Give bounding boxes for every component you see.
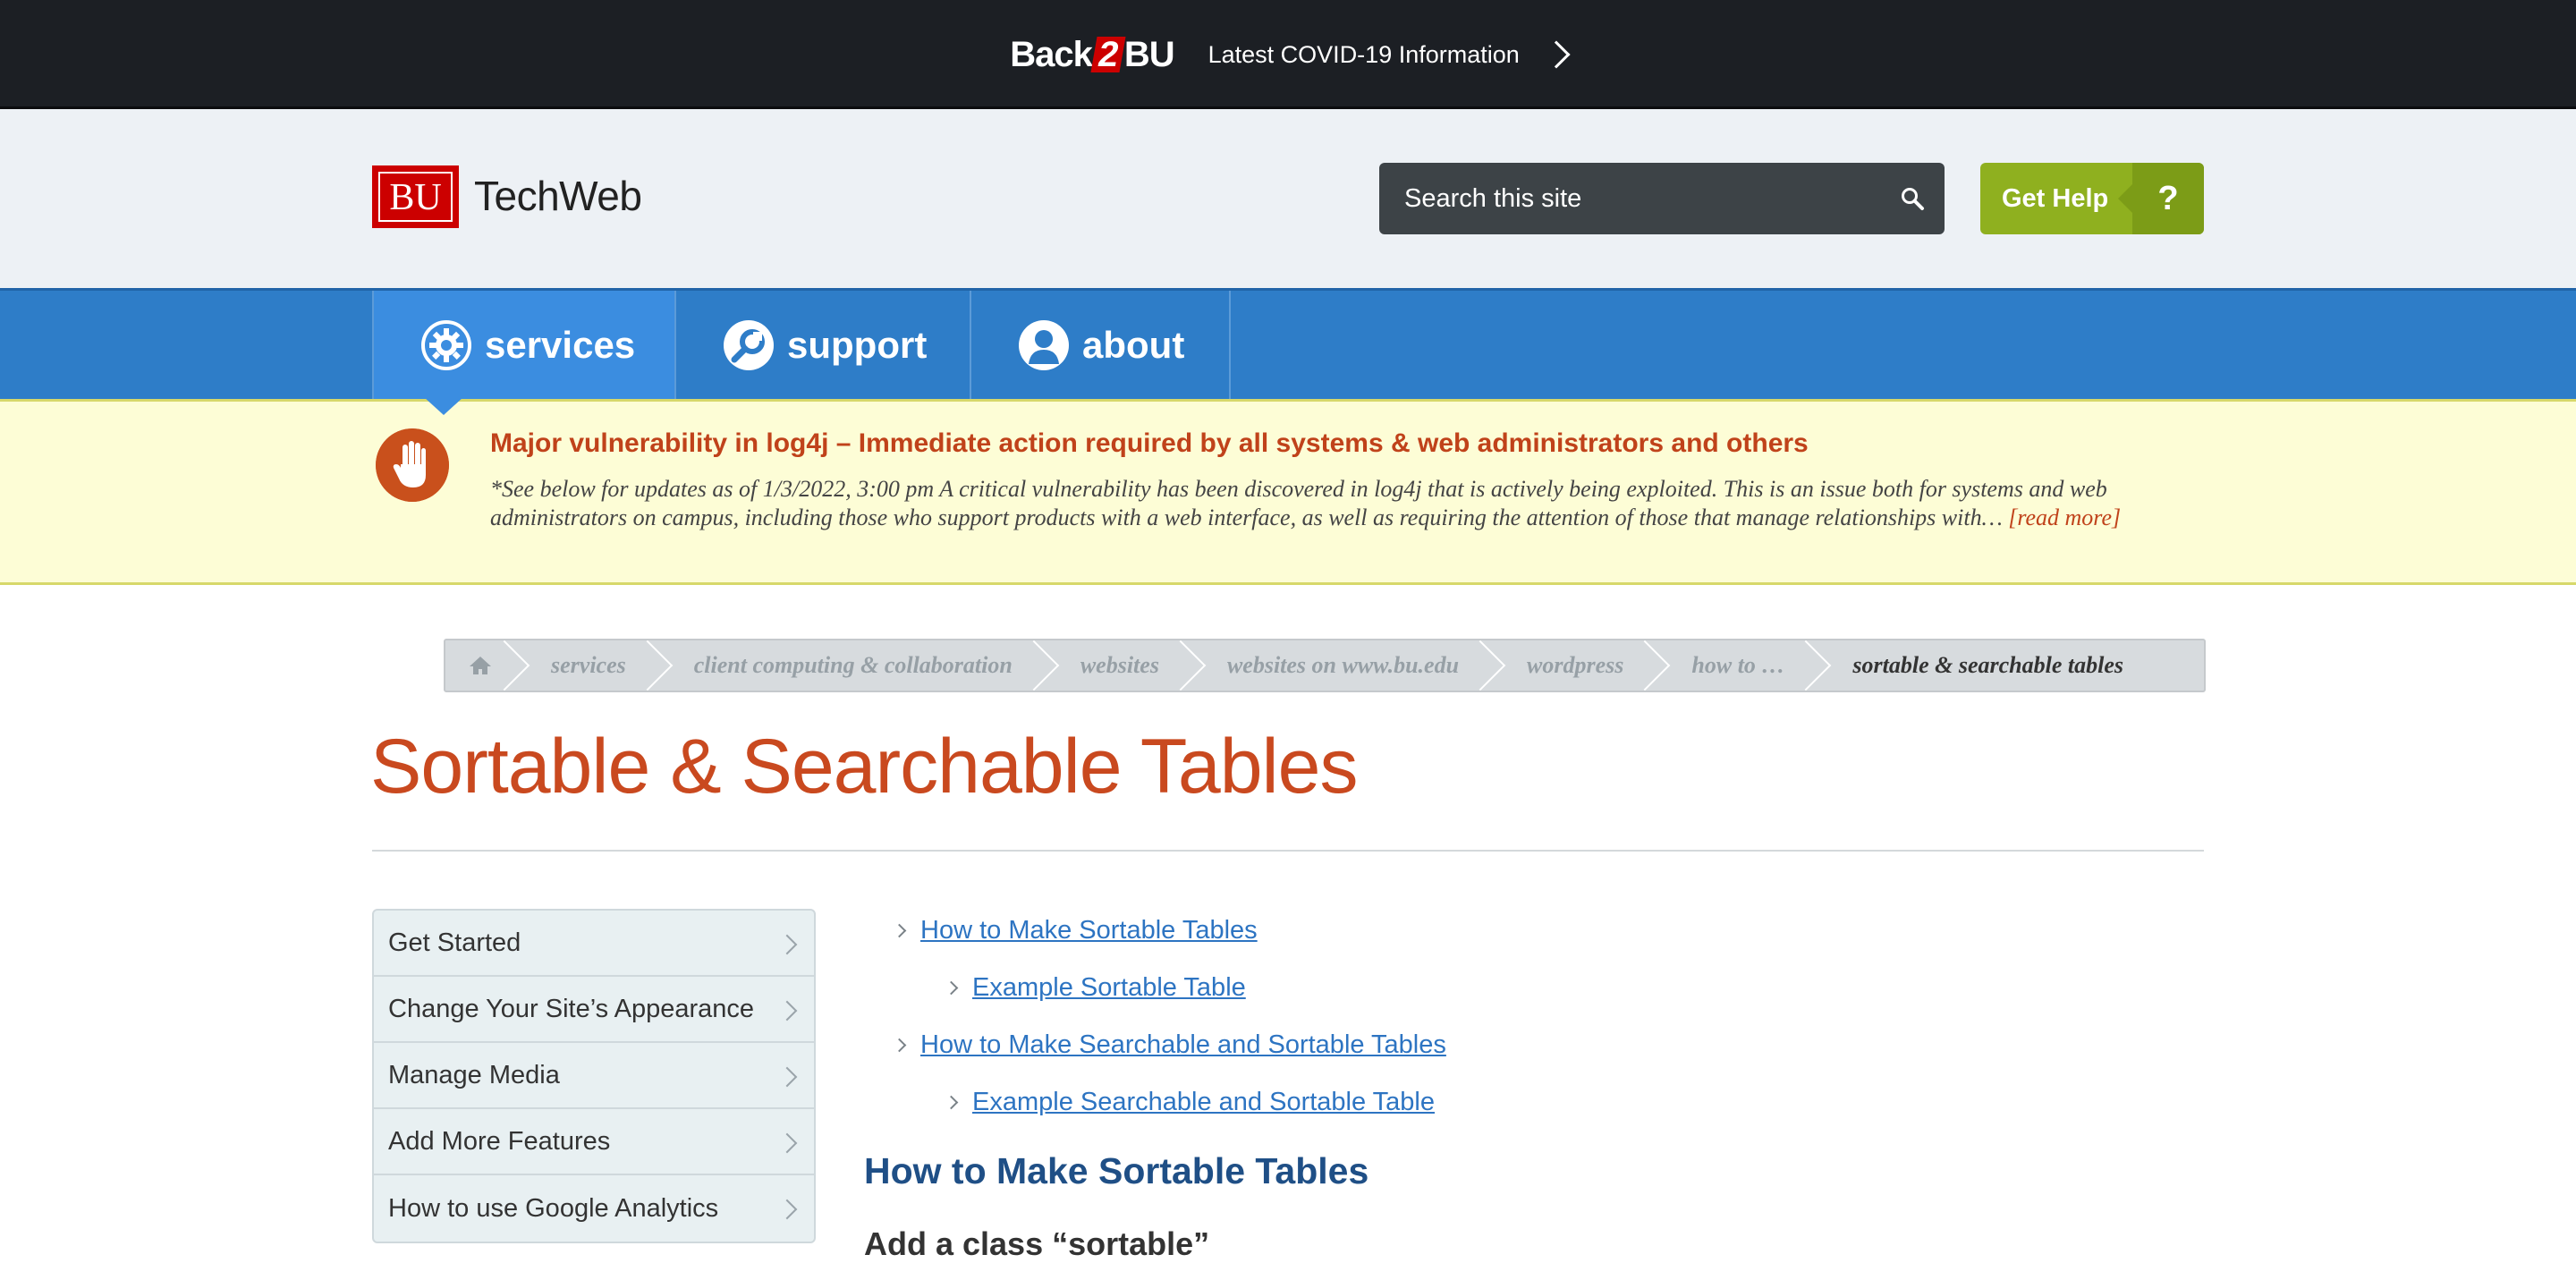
nav-services-label: services	[485, 323, 636, 366]
active-nav-indicator	[424, 397, 463, 415]
sidebar-item-label: How to use Google Analytics	[388, 1193, 719, 1223]
chevron-right-icon	[892, 1038, 907, 1052]
nav-about[interactable]: about	[971, 291, 1231, 399]
covid-info-label: Latest COVID-19 Information	[1208, 40, 1520, 68]
chevron-right-icon	[776, 934, 798, 955]
toc-link[interactable]: How to Make Searchable and Sortable Tabl…	[920, 1030, 1446, 1060]
toc-item: How to Make Sortable Tables	[864, 902, 1446, 959]
covid-banner: Back 2 BU Latest COVID-19 Information	[0, 0, 2576, 109]
chevron-right-icon	[892, 923, 907, 937]
main-nav: services support about	[0, 288, 2576, 399]
breadcrumb-item[interactable]: how to …	[1650, 640, 1811, 691]
home-icon	[470, 657, 491, 674]
search-box	[1379, 163, 1945, 234]
table-of-contents: How to Make Sortable Tables Example Sort…	[864, 902, 1446, 1131]
nav-services[interactable]: services	[372, 291, 676, 399]
toc-item: Example Searchable and Sortable Table	[864, 1073, 1446, 1131]
nav-about-label: about	[1082, 323, 1185, 366]
sidebar-item-google-analytics[interactable]: How to use Google Analytics	[374, 1175, 814, 1242]
breadcrumb-current: sortable & searchable tables	[1852, 652, 2124, 678]
covid-info-link[interactable]: Latest COVID-19 Information	[1208, 40, 1571, 69]
bu-logo-text: BU	[378, 172, 453, 222]
sidebar-menu: Get Started Change Your Site’s Appearanc…	[372, 909, 816, 1243]
breadcrumb: services client computing & collaboratio…	[444, 639, 2206, 692]
chevron-right-icon	[776, 1132, 798, 1154]
breadcrumb-item[interactable]: services	[510, 640, 653, 691]
chevron-right-icon	[776, 1000, 798, 1021]
chevron-right-icon	[776, 1199, 798, 1220]
toc-link[interactable]: Example Searchable and Sortable Table	[972, 1088, 1435, 1117]
gear-icon	[421, 319, 471, 370]
sidebar-item-change-appearance[interactable]: Change Your Site’s Appearance	[374, 977, 814, 1043]
page-title: Sortable & Searchable Tables	[370, 724, 1358, 810]
sidebar-item-label: Add More Features	[388, 1126, 611, 1156]
alert-body: *See below for updates as of 1/3/2022, 3…	[490, 475, 2190, 532]
sidebar-item-manage-media[interactable]: Manage Media	[374, 1043, 814, 1109]
subsection-heading: Add a class “sortable”	[864, 1225, 1210, 1262]
get-help-label: Get Help	[2002, 184, 2109, 213]
chevron-right-icon	[944, 980, 959, 995]
search-input[interactable]	[1379, 163, 1880, 234]
back2bu-logo-two: 2	[1090, 35, 1126, 74]
site-header: BU TechWeb Get Help ?	[0, 109, 2576, 288]
section-heading: How to Make Sortable Tables	[864, 1150, 1369, 1191]
breadcrumb-home[interactable]	[445, 640, 510, 691]
sidebar-item-label: Get Started	[388, 928, 521, 957]
toc-item: How to Make Searchable and Sortable Tabl…	[864, 1016, 1446, 1073]
chevron-right-icon	[944, 1095, 959, 1109]
sidebar-item-label: Manage Media	[388, 1060, 560, 1089]
question-icon: ?	[2118, 163, 2204, 234]
alert-title[interactable]: Major vulnerability in log4j – Immediate…	[490, 428, 1809, 459]
toc-item: Example Sortable Table	[864, 959, 1446, 1016]
breadcrumb-item[interactable]: websites on www.bu.edu	[1186, 640, 1486, 691]
person-icon	[1019, 319, 1069, 370]
alert-body-text: *See below for updates as of 1/3/2022, 3…	[490, 476, 2107, 530]
bu-logo[interactable]: BU	[372, 165, 459, 228]
nav-support-label: support	[787, 323, 928, 366]
toc-link[interactable]: Example Sortable Table	[972, 973, 1246, 1003]
back2bu-logo-bu: BU	[1123, 34, 1175, 74]
alert-banner: Major vulnerability in log4j – Immediate…	[0, 399, 2576, 585]
chevron-right-icon	[1542, 40, 1571, 69]
title-divider	[372, 850, 2204, 852]
nav-support[interactable]: support	[676, 291, 971, 399]
back2bu-logo[interactable]: Back 2 BU	[1010, 35, 1174, 75]
sidebar-item-label: Change Your Site’s Appearance	[388, 994, 755, 1023]
breadcrumb-item[interactable]: wordpress	[1486, 640, 1650, 691]
sidebar-item-add-features[interactable]: Add More Features	[374, 1109, 814, 1175]
stop-hand-icon	[376, 428, 449, 502]
chevron-right-icon	[776, 1066, 798, 1088]
site-name[interactable]: TechWeb	[474, 172, 642, 220]
breadcrumb-item[interactable]: client computing & collaboration	[653, 640, 1039, 691]
search-icon[interactable]	[1900, 186, 1925, 211]
toc-link[interactable]: How to Make Sortable Tables	[920, 916, 1258, 945]
wrench-icon	[724, 319, 774, 370]
read-more-link[interactable]: [read more]	[2008, 504, 2121, 530]
sidebar-item-get-started[interactable]: Get Started	[374, 911, 814, 977]
breadcrumb-item[interactable]: websites	[1039, 640, 1186, 691]
get-help-button[interactable]: Get Help ?	[1980, 163, 2204, 234]
back2bu-logo-back: Back	[1010, 34, 1093, 74]
